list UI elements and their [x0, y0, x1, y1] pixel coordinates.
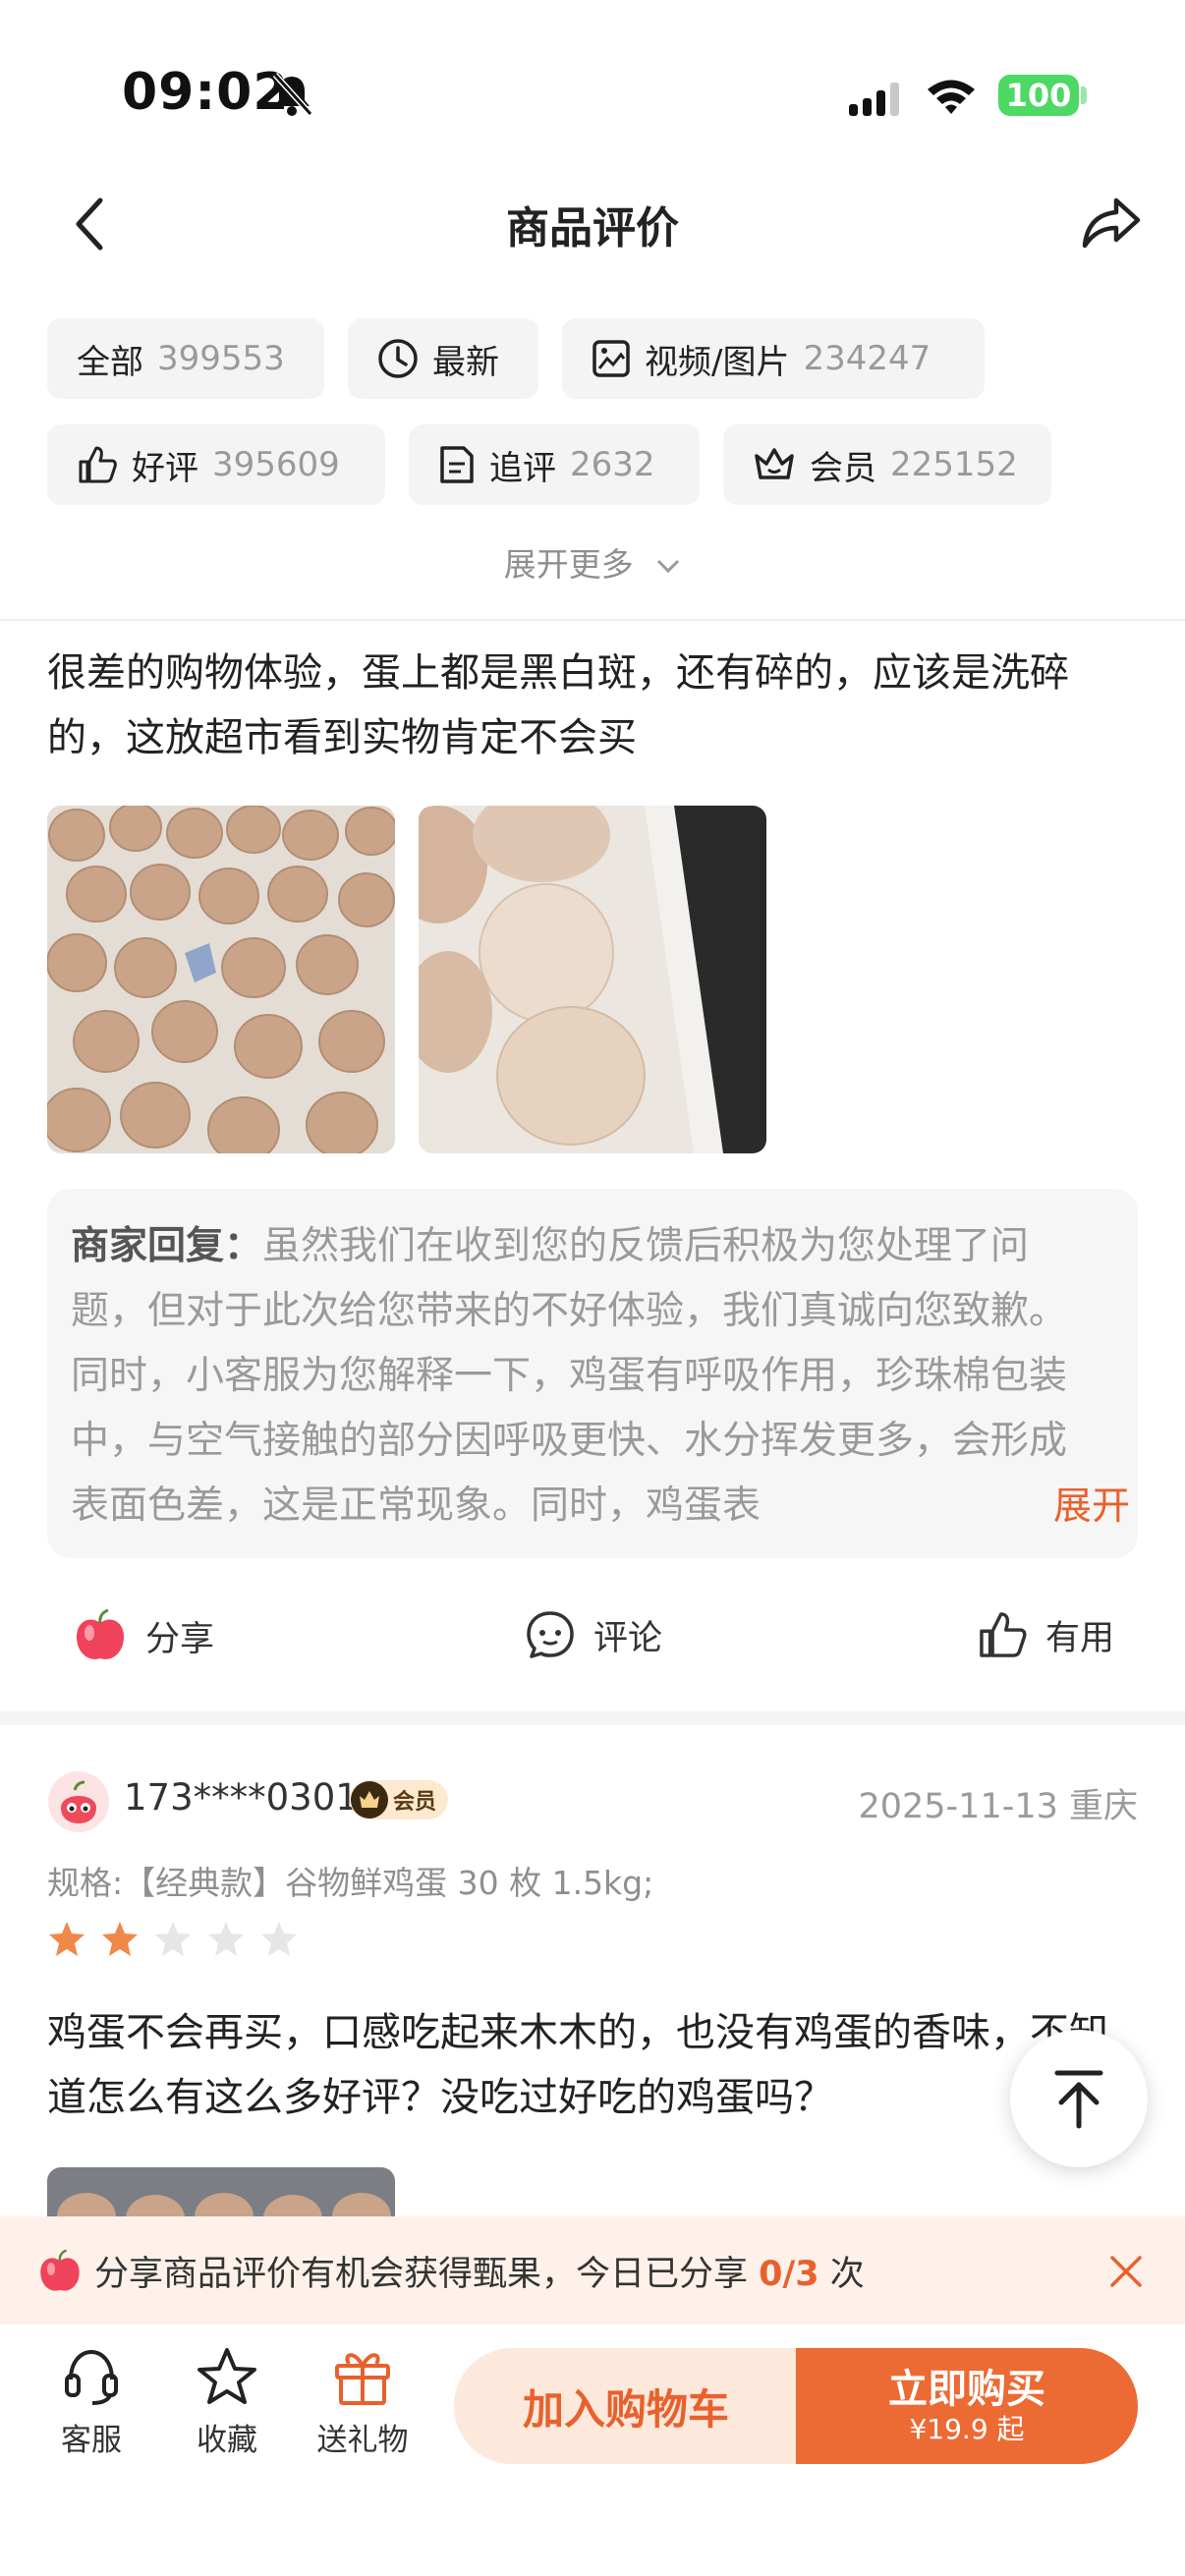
avatar[interactable]: [47, 1770, 110, 1833]
thumbs-up-icon: [79, 446, 117, 483]
battery-level: 100: [998, 75, 1079, 116]
star-filled-icon: [49, 1922, 85, 1956]
filter-vip-count: 225152: [890, 445, 1018, 484]
filter-followup-label: 追评: [489, 448, 556, 488]
add-to-cart-button[interactable]: 加入购物车: [454, 2348, 798, 2464]
document-icon: [440, 446, 474, 483]
favorite-label: 收藏: [197, 2423, 257, 2458]
review-photo-2[interactable]: [419, 806, 766, 1153]
review-spec: 规格:【经典款】谷物鲜鸡蛋 30 枚 1.5kg;: [47, 1864, 654, 1902]
filter-all-count: 399553: [157, 339, 285, 378]
send-gift-button[interactable]: 送礼物: [309, 2346, 417, 2459]
vip-crown-icon: [351, 1781, 388, 1819]
buy-now-price: ¥19.9 起: [909, 2413, 1025, 2445]
battery-tip: [1081, 86, 1087, 104]
wifi-icon: [928, 80, 975, 114]
share-progress: 0/3: [759, 2255, 819, 2294]
filter-all-label: 全部: [77, 342, 143, 382]
review-text: 很差的购物体验，蛋上都是黑白斑，还有碎的，应该是洗碎的，这放超市看到实物肯定不会…: [47, 650, 1069, 760]
customer-service-button[interactable]: 客服: [37, 2346, 145, 2459]
close-icon[interactable]: [1108, 2254, 1144, 2289]
mute-bell-icon: [272, 72, 313, 117]
headset-icon: [65, 2349, 118, 2405]
vip-badge: 会员: [350, 1780, 448, 1820]
signal-icon: [849, 83, 899, 116]
review-text-2: 鸡蛋不会再买，口感吃起来木木的，也没有鸡蛋的香味，不知道怎么有这么多好评？没吃过…: [47, 2010, 1108, 2120]
send-gift-label: 送礼物: [316, 2423, 409, 2458]
useful-action[interactable]: 有用: [977, 1609, 1114, 1660]
buy-now-label: 立即购买: [888, 2367, 1045, 2412]
favorite-button[interactable]: 收藏: [173, 2346, 281, 2459]
share-banner-text: 分享商品评价有机会获得甄果，今日已分享 0/3 次: [94, 2246, 865, 2296]
arrow-up-icon: [1054, 2070, 1103, 2129]
apple-icon: [77, 1608, 124, 1659]
gift-icon: [335, 2353, 390, 2405]
review-date: 2025-11-13 重庆: [858, 1787, 1138, 1826]
expand-more-label: 展开更多: [503, 545, 634, 584]
filter-followup[interactable]: 追评 2632: [409, 424, 700, 505]
thumbs-up-icon: [980, 1612, 1027, 1657]
expand-reply-link[interactable]: 展开: [1014, 1476, 1131, 1531]
review-separator: [0, 1711, 1185, 1725]
filter-latest[interactable]: 最新: [348, 318, 538, 399]
share-icon[interactable]: [1081, 195, 1142, 252]
share-label: 分享: [145, 1619, 215, 1659]
filter-positive[interactable]: 好评 395609: [47, 424, 385, 505]
star-empty-icon: [155, 1922, 191, 1956]
share-action[interactable]: 分享: [73, 1607, 214, 1664]
chevron-down-icon: [657, 559, 680, 574]
comment-action[interactable]: 评论: [525, 1609, 662, 1660]
review-photo-1[interactable]: [47, 806, 395, 1153]
filter-positive-label: 好评: [132, 448, 198, 488]
filter-vip-label: 会员: [810, 448, 876, 488]
merchant-reply: 商家回复：虽然我们在收到您的反馈后积极为您处理了问题，但对于此次给您带来的不好体…: [71, 1214, 1093, 1540]
filter-positive-count: 395609: [212, 445, 340, 484]
filter-media[interactable]: 视频/图片 234247: [562, 318, 985, 399]
buy-now-button[interactable]: 立即购买 ¥19.9 起: [796, 2348, 1138, 2464]
star-empty-icon: [208, 1922, 244, 1956]
star-outline-icon: [198, 2348, 256, 2404]
merchant-reply-label: 商家回复：: [71, 1224, 263, 1268]
filter-all[interactable]: 全部 399553: [47, 318, 324, 399]
filter-divider: [0, 619, 1185, 621]
apple-icon: [40, 2249, 80, 2291]
customer-service-label: 客服: [61, 2423, 122, 2458]
back-to-top-button[interactable]: [1010, 2030, 1148, 2167]
crown-icon: [755, 448, 794, 479]
comment-label: 评论: [593, 1618, 663, 1658]
star-empty-icon: [261, 1922, 297, 1956]
image-icon: [592, 340, 630, 377]
status-time: 09:02: [122, 63, 290, 122]
filter-latest-label: 最新: [432, 342, 499, 382]
share-banner-suffix: 次: [818, 2255, 865, 2294]
filter-vip[interactable]: 会员 225152: [723, 424, 1051, 505]
useful-label: 有用: [1045, 1618, 1115, 1658]
merchant-reply-text: 虽然我们在收到您的反馈后积极为您处理了问题，但对于此次给您带来的不好体验，我们真…: [71, 1224, 1068, 1528]
review-username: 173****0301: [124, 1776, 359, 1819]
rating-stars: [47, 1920, 299, 1959]
vip-badge-label: 会员: [393, 1790, 437, 1815]
filter-media-count: 234247: [803, 339, 931, 378]
star-filled-icon: [102, 1922, 138, 1956]
expand-more-link[interactable]: 展开更多: [0, 538, 1185, 586]
page-title: 商品评价: [506, 203, 679, 253]
filter-followup-count: 2632: [570, 445, 655, 484]
comment-icon: [527, 1611, 574, 1658]
filter-media-label: 视频/图片: [645, 342, 790, 382]
share-banner-prefix: 分享商品评价有机会获得甄果，今日已分享: [94, 2255, 760, 2294]
clock-icon: [378, 339, 418, 378]
